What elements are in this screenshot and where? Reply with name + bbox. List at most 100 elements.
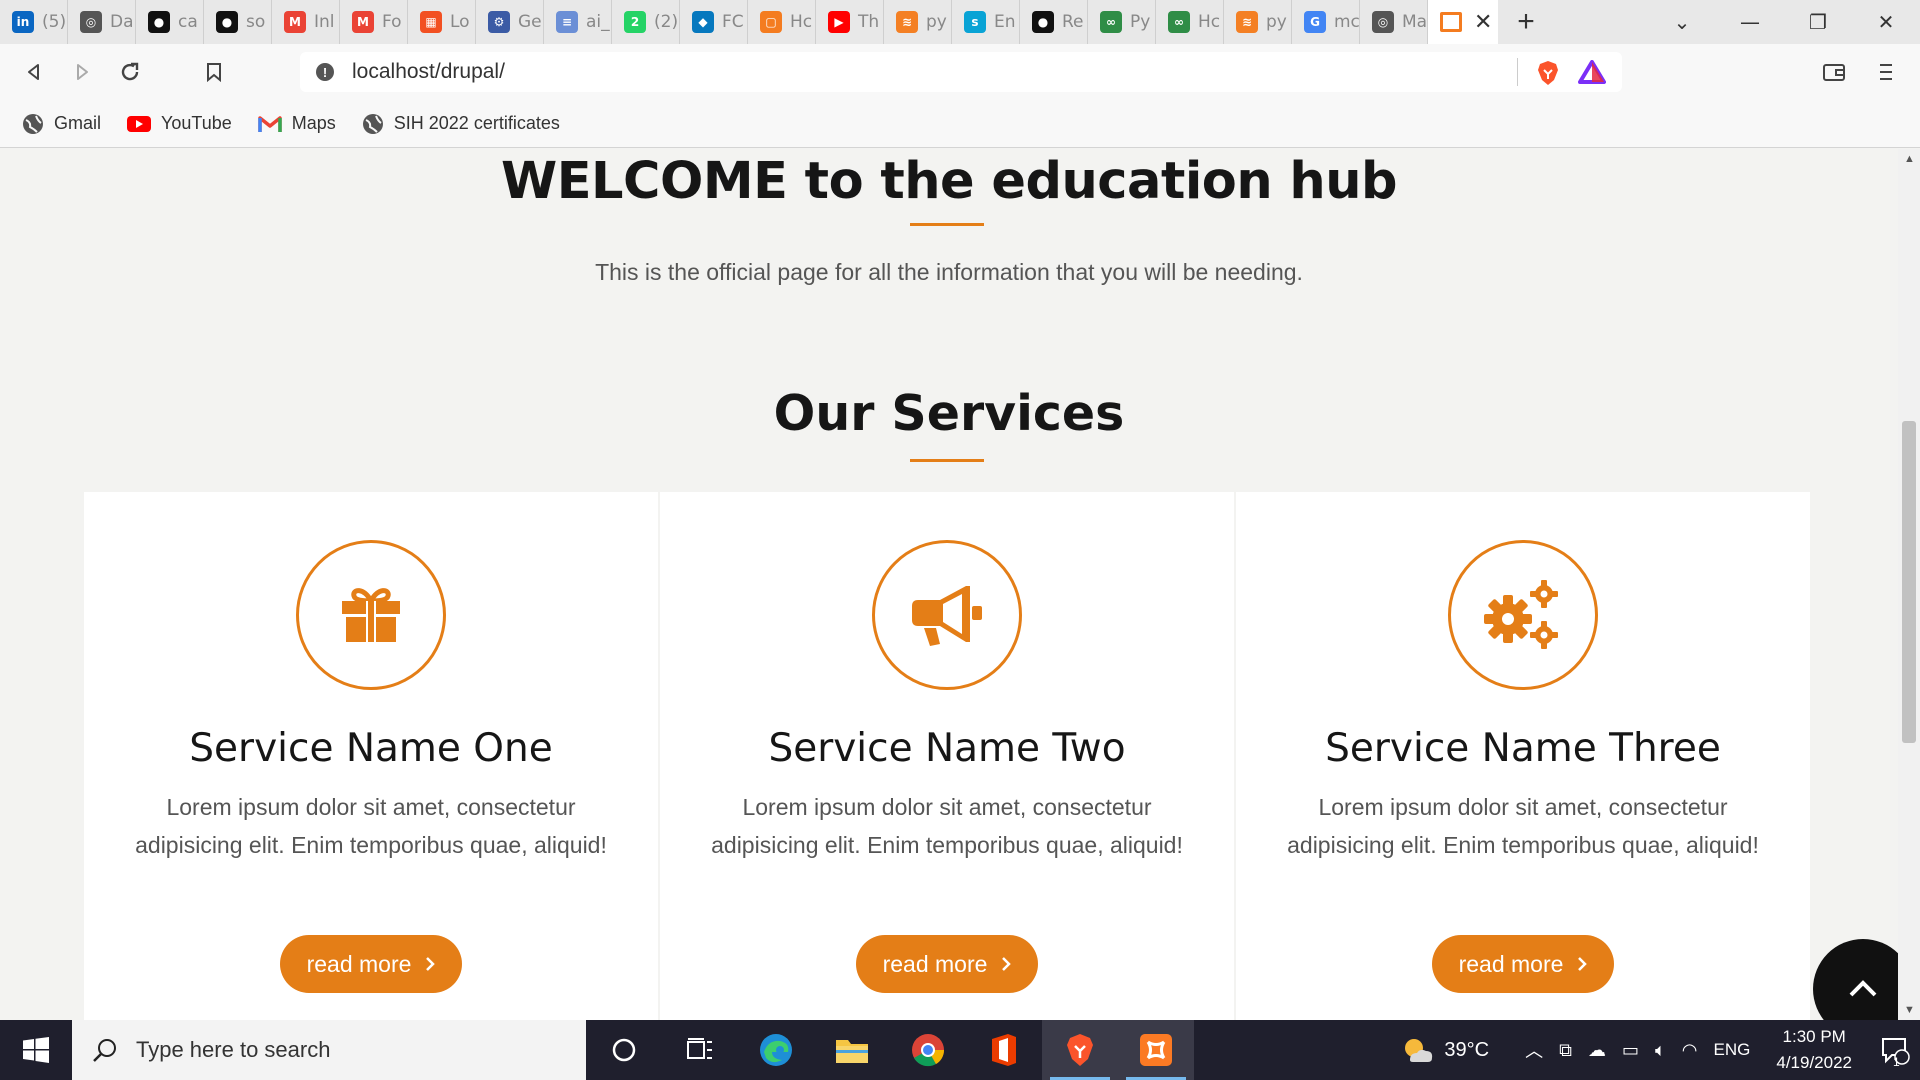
close-tab-icon[interactable]: ✕ bbox=[1474, 9, 1492, 35]
back-button[interactable] bbox=[10, 48, 58, 96]
tab-search-icon[interactable]: ⌄ bbox=[1648, 0, 1716, 44]
site-info-icon[interactable]: ! bbox=[316, 63, 334, 81]
browser-tab[interactable]: ● so bbox=[204, 0, 272, 44]
bookmark-maps[interactable]: Maps bbox=[258, 113, 336, 134]
service-icon-circle bbox=[872, 540, 1022, 690]
office-button[interactable] bbox=[966, 1020, 1042, 1080]
tab-title: Th bbox=[858, 12, 880, 32]
cortana-button[interactable] bbox=[586, 1020, 662, 1080]
wallet-button[interactable] bbox=[1810, 48, 1858, 96]
address-bar[interactable]: ! localhost/drupal/ bbox=[300, 52, 1622, 92]
bookmark-button[interactable] bbox=[190, 48, 238, 96]
chevron-right-icon bbox=[1002, 957, 1012, 971]
browser-tab[interactable]: M Inl bbox=[272, 0, 340, 44]
edge-button[interactable] bbox=[738, 1020, 814, 1080]
browser-tab[interactable]: ◆ FC bbox=[680, 0, 748, 44]
bookmark-youtube[interactable]: YouTube bbox=[127, 113, 232, 134]
globe-icon bbox=[23, 113, 43, 134]
taskbar-search[interactable]: Type here to search bbox=[72, 1020, 586, 1080]
read-more-button[interactable]: read more bbox=[856, 935, 1038, 993]
url-text[interactable]: localhost/drupal/ bbox=[352, 60, 505, 84]
browser-tab[interactable]: s En bbox=[952, 0, 1020, 44]
tab-title: so bbox=[246, 12, 266, 32]
browser-tab[interactable]: in (5) bbox=[0, 0, 68, 44]
hamburger-menu-icon bbox=[1880, 64, 1892, 80]
file-explorer-button[interactable] bbox=[814, 1020, 890, 1080]
browser-tab[interactable]: ≋ py bbox=[884, 0, 952, 44]
browser-tab[interactable]: ● Re bbox=[1020, 0, 1088, 44]
chrome-button[interactable] bbox=[890, 1020, 966, 1080]
tab-title: Re bbox=[1062, 12, 1084, 32]
welcome-title: WELCOME to the education hub bbox=[500, 152, 1398, 211]
browser-tab[interactable]: ▶ Th bbox=[816, 0, 884, 44]
browser-tab[interactable]: 2 (2) bbox=[612, 0, 680, 44]
bookmark-gmail[interactable]: Gmail bbox=[22, 113, 101, 135]
browser-tab[interactable]: ≡ ai_ bbox=[544, 0, 612, 44]
scroll-down-arrow-icon[interactable]: ▼ bbox=[1904, 1004, 1915, 1016]
scrollbar-thumb[interactable] bbox=[1902, 421, 1916, 743]
stackoverflow-icon: ≋ bbox=[896, 11, 918, 33]
scroll-up-arrow-icon[interactable]: ▲ bbox=[1904, 153, 1915, 165]
forward-button[interactable] bbox=[58, 48, 106, 96]
language-indicator[interactable]: ENG bbox=[1714, 1040, 1751, 1060]
start-button[interactable] bbox=[0, 1020, 72, 1080]
browser-tab[interactable]: ∞ Hc bbox=[1156, 0, 1224, 44]
new-tab-button[interactable]: + bbox=[1498, 0, 1554, 44]
notification-center-button[interactable]: 1 bbox=[1870, 1035, 1920, 1069]
browser-tab[interactable]: ◎ Ma bbox=[1360, 0, 1428, 44]
browser-tab[interactable]: ◎ Da bbox=[68, 0, 136, 44]
services-grid: Service Name One Lorem ipsum dolor sit a… bbox=[84, 492, 1810, 1020]
tab-list: in (5) ◎ Da ● ca ● so M Inl M Fo ▦ Lo ⚙ Ge ≡ ai_ 2 (2) ◆ FC ▢ H… bbox=[0, 0, 1428, 44]
service-name: Service Name Two bbox=[768, 726, 1126, 771]
minimize-button[interactable]: — bbox=[1716, 0, 1784, 44]
battery-icon[interactable]: ▭ bbox=[1622, 1040, 1639, 1061]
windows-taskbar: Type here to search 39°C ︿ ⧉ ☁ ▭ 🔈︎ ◠ EN… bbox=[0, 1020, 1920, 1080]
clock[interactable]: 1:30 PM 4/19/2022 bbox=[1776, 1024, 1852, 1076]
browser-tab[interactable]: ≋ py bbox=[1224, 0, 1292, 44]
service-card: Service Name One Lorem ipsum dolor sit a… bbox=[84, 492, 658, 1020]
read-more-button[interactable]: read more bbox=[280, 935, 462, 993]
window-controls: ⌄ — ❐ ✕ bbox=[1648, 0, 1920, 44]
tab-title: FC bbox=[722, 12, 744, 32]
cortana-icon bbox=[612, 1038, 636, 1062]
search-placeholder: Type here to search bbox=[136, 1037, 331, 1062]
active-tab[interactable]: ✕ bbox=[1428, 0, 1498, 44]
scroll-to-top-button[interactable] bbox=[1813, 939, 1898, 1020]
tab-title: Lo bbox=[450, 12, 470, 32]
service-card: Service Name Two Lorem ipsum dolor sit a… bbox=[660, 492, 1234, 1020]
brave-shields-icon[interactable] bbox=[1536, 60, 1560, 86]
brave-rewards-icon[interactable] bbox=[1578, 60, 1606, 84]
close-window-button[interactable]: ✕ bbox=[1852, 0, 1920, 44]
task-view-button[interactable] bbox=[662, 1020, 738, 1080]
weather-widget[interactable]: 39°C bbox=[1402, 1036, 1489, 1064]
volume-icon[interactable]: 🔈︎ bbox=[1655, 1040, 1666, 1061]
bookmark-label: Gmail bbox=[54, 113, 102, 133]
temperature: 39°C bbox=[1444, 1038, 1490, 1061]
tab-title: ca bbox=[178, 12, 198, 32]
gmail-icon: M bbox=[284, 11, 306, 33]
brave-icon bbox=[1067, 1034, 1093, 1066]
xampp-button[interactable] bbox=[1118, 1020, 1194, 1080]
page-scrollbar[interactable]: ▲ ▼ bbox=[1898, 149, 1920, 1020]
menu-button[interactable] bbox=[1862, 48, 1910, 96]
browser-tab[interactable]: ⚙ Ge bbox=[476, 0, 544, 44]
browser-tab[interactable]: Gmc bbox=[1292, 0, 1360, 44]
services-title: Our Services bbox=[773, 385, 1125, 442]
brave-taskbar-button[interactable] bbox=[1042, 1020, 1118, 1080]
read-more-button[interactable]: read more bbox=[1432, 935, 1614, 993]
browser-tab[interactable]: ▦ Lo bbox=[408, 0, 476, 44]
browser-tab[interactable]: ● ca bbox=[136, 0, 204, 44]
meet-now-icon[interactable]: ⧉ bbox=[1559, 1040, 1572, 1061]
wifi-icon[interactable]: ◠ bbox=[1682, 1040, 1698, 1061]
bookmark-sih-certificates[interactable]: SIH 2022 certificates bbox=[362, 113, 560, 135]
service-card: Service Name Three Lorem ipsum dolor sit… bbox=[1236, 492, 1810, 1020]
tab-title: ai_ bbox=[586, 12, 610, 32]
browser-tab[interactable]: ▢ Hc bbox=[748, 0, 816, 44]
browser-tab[interactable]: M Fo bbox=[340, 0, 408, 44]
onedrive-icon[interactable]: ☁ bbox=[1588, 1040, 1606, 1061]
browser-tab[interactable]: ∞ Py bbox=[1088, 0, 1156, 44]
restore-button[interactable]: ❐ bbox=[1784, 0, 1852, 44]
reload-button[interactable] bbox=[106, 48, 154, 96]
linkedin-icon: in bbox=[12, 11, 34, 33]
show-hidden-icons-icon[interactable]: ︿ bbox=[1525, 1037, 1543, 1063]
